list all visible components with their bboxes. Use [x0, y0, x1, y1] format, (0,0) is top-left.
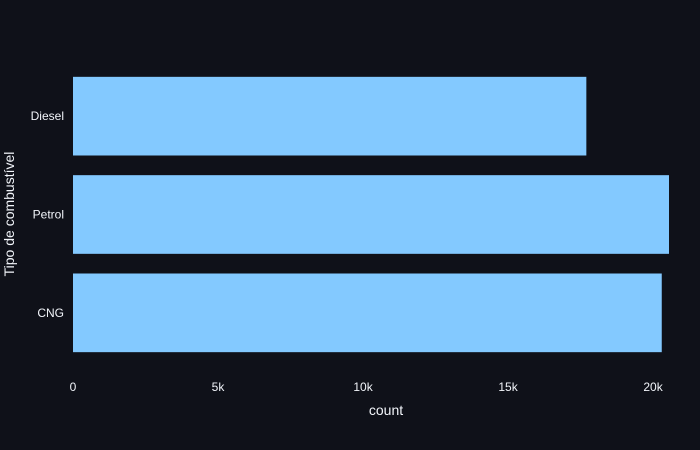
x-tick-label: 10k — [353, 380, 373, 394]
y-tick-labels: Diesel Petrol CNG — [31, 109, 64, 320]
bars-layer — [73, 76, 669, 353]
x-tick-labels: 0 5k 10k 15k 20k — [70, 380, 664, 394]
chart-svg: Diesel Petrol CNG 0 5k 10k 15k 20k count Tipo … — [1, 76, 669, 418]
x-tick-label: 5k — [212, 380, 226, 394]
bar-cng — [73, 273, 662, 353]
y-tick-label-diesel: Diesel — [31, 109, 64, 123]
x-axis-title: count — [369, 402, 403, 418]
y-tick-label-cng: CNG — [37, 306, 64, 320]
y-axis-title: Tipo de combustível — [1, 152, 17, 277]
x-tick-label: 20k — [643, 380, 663, 394]
bar-chart: Diesel Petrol CNG 0 5k 10k 15k 20k count Tipo … — [0, 0, 700, 450]
bar-petrol — [73, 175, 669, 254]
y-tick-label-petrol: Petrol — [33, 208, 64, 222]
x-tick-label: 15k — [498, 380, 518, 394]
x-tick-label: 0 — [70, 380, 77, 394]
bar-diesel — [73, 76, 587, 156]
